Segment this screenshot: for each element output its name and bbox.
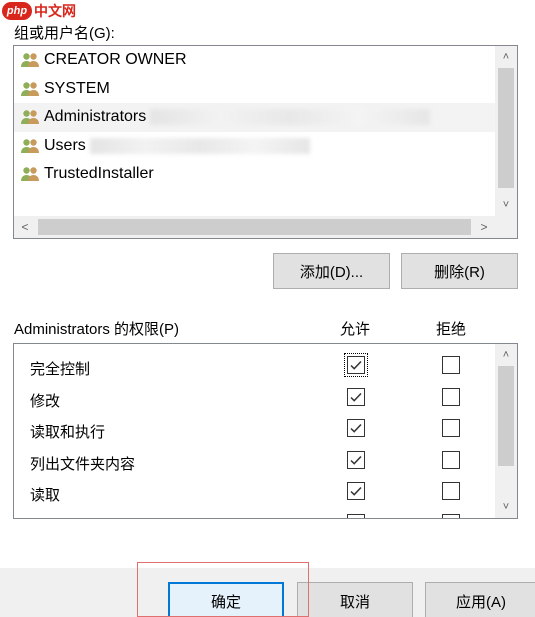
permission-name: 读取	[30, 487, 61, 504]
user-list-item[interactable]: SYSTEM	[14, 75, 495, 104]
user-name: Administrators	[44, 108, 147, 126]
permission-name: 修改	[30, 392, 61, 410]
allow-checkbox[interactable]	[347, 513, 365, 520]
group-or-user-label: 组或用户名(G):	[14, 25, 115, 42]
allow-checkbox[interactable]	[344, 353, 368, 377]
user-list: CREATOR OWNER SYSTEM Administrators Users Tr…	[14, 46, 495, 216]
scroll-left-icon[interactable]: <	[14, 216, 36, 238]
permissions-label: Administrators 的权限(P)	[14, 321, 180, 338]
deny-checkbox[interactable]	[442, 387, 460, 406]
user-list-horizontal-scrollbar[interactable]: < >	[14, 216, 495, 238]
checkmark-icon	[350, 455, 362, 465]
permission-row: 列出文件夹内容	[14, 445, 495, 477]
permission-name: 完全控制	[30, 361, 91, 378]
allow-checkbox[interactable]	[347, 419, 365, 437]
scroll-thumb[interactable]	[498, 366, 514, 466]
scroll-thumb[interactable]	[38, 219, 471, 235]
user-name: Users	[44, 136, 86, 154]
user-name: SYSTEM	[44, 79, 110, 97]
deny-checkbox[interactable]	[442, 450, 460, 469]
checkmark-icon	[350, 423, 362, 433]
user-list-item[interactable]: Administrators	[14, 103, 495, 132]
user-list-item[interactable]: CREATOR OWNER	[14, 46, 495, 75]
annotation-highlight	[137, 562, 309, 617]
watermark-text: 中文网	[34, 3, 76, 19]
apply-button[interactable]: 应用(A)	[425, 582, 535, 617]
scroll-corner	[495, 216, 517, 238]
allow-column-header: 允许	[340, 321, 371, 338]
permission-row: 修改	[14, 382, 495, 414]
permission-rows: 完全控制修改读取和执行列出文件夹内容读取写入	[14, 350, 495, 520]
scroll-up-icon[interactable]: ˄	[495, 344, 517, 366]
checkmark-icon	[349, 516, 363, 520]
user-listbox[interactable]: CREATOR OWNER SYSTEM Administrators Users Tr…	[13, 45, 518, 239]
permission-name: 列出文件夹内容	[30, 455, 136, 473]
obscured-text	[150, 109, 431, 126]
scroll-thumb[interactable]	[498, 68, 514, 188]
php-logo: php	[2, 2, 32, 20]
user-group-icon	[21, 167, 39, 182]
permissions-vertical-scrollbar[interactable]: ˄ ˅	[495, 344, 517, 518]
scroll-up-icon[interactable]: ˄	[495, 46, 517, 68]
scroll-right-icon[interactable]: >	[473, 216, 495, 238]
checkmark-icon	[350, 486, 362, 496]
scroll-down-icon[interactable]: ˅	[495, 496, 517, 518]
watermark: php 中文网	[2, 0, 76, 22]
user-group-icon	[21, 53, 39, 68]
deny-checkbox[interactable]	[442, 513, 460, 518]
user-group-icon	[21, 110, 39, 125]
permission-name: 读取和执行	[30, 424, 106, 441]
allow-checkbox[interactable]	[347, 450, 365, 469]
obscured-text	[89, 137, 310, 154]
permission-row: 完全控制	[14, 350, 495, 382]
user-group-icon	[21, 139, 39, 153]
add-button[interactable]: 添加(D)...	[273, 253, 390, 289]
deny-column-header: 拒绝	[436, 321, 467, 338]
checkmark-icon	[350, 392, 362, 402]
remove-button[interactable]: 删除(R)	[401, 253, 518, 289]
user-list-vertical-scrollbar[interactable]: ˄ ˅	[495, 46, 517, 216]
allow-checkbox[interactable]	[347, 387, 365, 406]
deny-checkbox[interactable]	[442, 356, 460, 374]
user-name: CREATOR OWNER	[44, 51, 187, 69]
checkmark-icon	[350, 360, 362, 370]
permission-row: 写入	[14, 508, 495, 520]
permission-row: 读取	[14, 476, 495, 508]
permissions-list[interactable]: 完全控制修改读取和执行列出文件夹内容读取写入 ˄ ˅	[13, 343, 518, 519]
permission-name: 写入	[30, 516, 60, 519]
allow-checkbox[interactable]	[347, 482, 365, 500]
cancel-button[interactable]: 取消	[297, 582, 413, 617]
user-list-item[interactable]: Users	[14, 132, 495, 161]
deny-checkbox[interactable]	[442, 419, 460, 437]
scroll-down-icon[interactable]: ˅	[495, 194, 517, 216]
user-group-icon	[21, 82, 39, 96]
user-name: TrustedInstaller	[44, 165, 154, 183]
user-list-item[interactable]: TrustedInstaller	[14, 160, 495, 189]
permission-row: 读取和执行	[14, 413, 495, 445]
deny-checkbox[interactable]	[442, 482, 460, 500]
